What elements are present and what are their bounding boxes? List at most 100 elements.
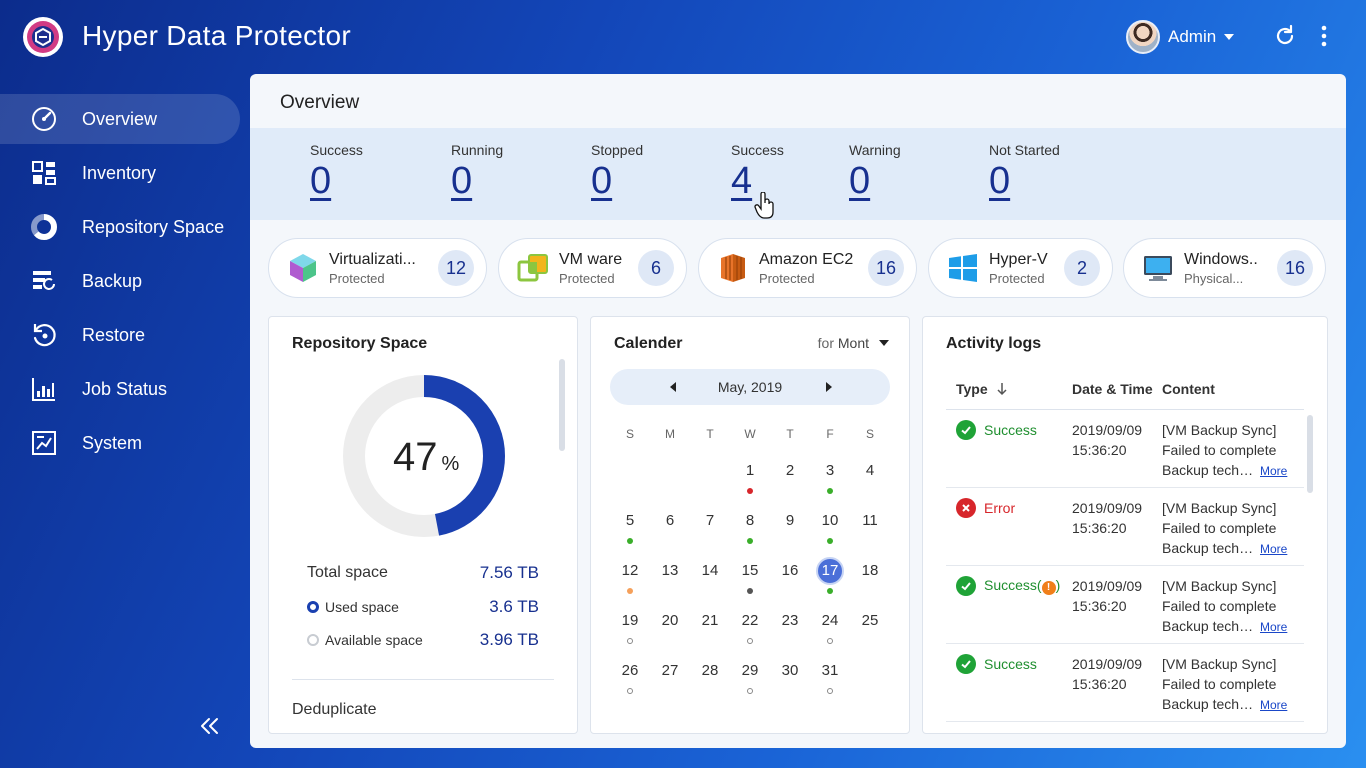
calendar-day[interactable]: 16 [770, 557, 810, 585]
sidebar-item-backup[interactable]: Backup [0, 256, 240, 306]
refresh-icon[interactable] [1273, 24, 1297, 48]
app-logo [23, 17, 63, 57]
column-header-content[interactable]: Content [1162, 381, 1215, 397]
calendar-day[interactable]: 28 [690, 657, 730, 685]
calendar-day[interactable]: 15 [730, 557, 770, 594]
stat-value-link[interactable]: 0 [989, 160, 1060, 203]
more-vertical-icon[interactable] [1312, 24, 1336, 48]
prev-month-icon[interactable] [670, 382, 676, 392]
more-link[interactable]: More [1260, 695, 1287, 715]
pill-sub: Physical... [1184, 270, 1244, 286]
vmware-icon [517, 254, 548, 282]
weekday-label: S [865, 427, 874, 441]
pill-windows-physical[interactable]: Windows.. Physical... 16 [1123, 238, 1326, 298]
weekday-label: M [665, 427, 675, 441]
pill-hyper-v[interactable]: Hyper-V Protected 2 [928, 238, 1113, 298]
calendar-day[interactable]: 12 [610, 557, 650, 594]
calendar-day[interactable]: 30 [770, 657, 810, 685]
stat-value-link[interactable]: 0 [849, 160, 901, 203]
more-link[interactable]: More [1260, 539, 1287, 559]
calendar-day[interactable]: 25 [850, 607, 890, 635]
calendar-day-today[interactable]: 17 [810, 557, 850, 594]
pill-amazon-ec2[interactable]: Amazon EC2 Protected 16 [698, 238, 917, 298]
calendar-day[interactable]: 19 [610, 607, 650, 644]
scrollbar[interactable] [559, 359, 565, 451]
virtualization-cube-icon [290, 254, 316, 282]
column-header-date[interactable]: Date & Time [1072, 381, 1153, 397]
scrollbar[interactable] [1307, 415, 1313, 493]
total-space-row: Total space 7.56 TB [307, 563, 539, 582]
calendar-day[interactable]: 27 [650, 657, 690, 685]
stat-label: Running [451, 142, 504, 158]
sidebar-item-label: Backup [82, 270, 143, 291]
calendar-day[interactable]: 4 [850, 457, 890, 485]
sidebar-item-system[interactable]: System [0, 418, 240, 468]
calendar-day[interactable]: 9 [770, 507, 810, 535]
pill-sub: Protected [559, 270, 615, 286]
gauge-icon [32, 107, 56, 131]
calendar-day[interactable]: 18 [850, 557, 890, 585]
user-menu[interactable]: Admin [1126, 20, 1235, 54]
calendar-day[interactable]: 31 [810, 657, 850, 694]
stat-label: Not Started [989, 142, 1060, 158]
calendar-range-select[interactable]: for Mont [818, 335, 889, 351]
pill-virtualization[interactable]: Virtualizati... Protected 12 [268, 238, 487, 298]
sidebar-item-restore[interactable]: Restore [0, 310, 240, 360]
calendar-day[interactable]: 20 [650, 607, 690, 635]
sidebar-item-repository-space[interactable]: Repository Space [0, 202, 240, 252]
weekday-label: F [826, 427, 834, 441]
sidebar-item-inventory[interactable]: Inventory [0, 148, 240, 198]
status-dot [827, 588, 833, 594]
calendar-day[interactable]: 14 [690, 557, 730, 585]
stat-running: Running 0 [451, 142, 503, 203]
sidebar-item-job-status[interactable]: Job Status [0, 364, 240, 414]
pill-count-badge: 12 [438, 250, 474, 286]
month-label: May, 2019 [717, 379, 783, 395]
calendar-day[interactable]: 7 [690, 507, 730, 535]
status-dot [827, 538, 833, 544]
status-dot [747, 688, 753, 694]
calendar-day[interactable]: 10 [810, 507, 850, 544]
stat-value-link[interactable]: 0 [591, 160, 643, 203]
pill-vmware[interactable]: VM ware Protected 6 [498, 238, 687, 298]
calendar-day[interactable]: 1 [730, 457, 770, 494]
more-link[interactable]: More [1260, 617, 1287, 637]
calendar-day[interactable]: 22 [730, 607, 770, 644]
sidebar-item-label: Repository Space [82, 216, 225, 237]
stat-warning: Warning 0 [849, 142, 901, 203]
chevron-down-icon [879, 340, 889, 346]
log-content: [VM Backup Sync] Failed to complete Backu… [1162, 420, 1307, 481]
calendar-day[interactable]: 3 [810, 457, 850, 494]
column-header-type[interactable]: Type [956, 381, 1008, 397]
calendar-panel: Calender for Mont May, 2019 SMTWTFS12345… [590, 316, 910, 734]
log-content: [VM Backup Sync] Failed to complete Backu… [1162, 654, 1307, 715]
collapse-sidebar-icon[interactable] [198, 714, 222, 738]
calendar-day[interactable]: 26 [610, 657, 650, 694]
calendar-day[interactable]: 21 [690, 607, 730, 635]
calendar-day[interactable]: 2 [770, 457, 810, 485]
hand-cursor-icon [754, 192, 774, 219]
backup-icon [33, 271, 55, 290]
chevron-down-icon [1224, 34, 1235, 40]
calendar-day[interactable]: 24 [810, 607, 850, 644]
next-month-icon[interactable] [826, 382, 832, 392]
pill-sub: Protected [759, 270, 815, 286]
calendar-day[interactable]: 5 [610, 507, 650, 544]
stat-value-link[interactable]: 0 [451, 160, 503, 203]
calendar-day[interactable]: 23 [770, 607, 810, 635]
sidebar-item-overview[interactable]: Overview [0, 94, 240, 144]
stat-stopped: Stopped 0 [591, 142, 643, 203]
usage-percent: 47% [393, 435, 460, 479]
calendar-day[interactable]: 29 [730, 657, 770, 694]
activity-logs-panel: Activity logs Type Date & Time Content S… [922, 316, 1328, 734]
stat-value-link[interactable]: 0 [310, 160, 363, 203]
pill-name: VM ware [559, 250, 623, 268]
table-row: Success 2019/09/09 15:36:20 [VM Backup Sy… [946, 644, 1304, 722]
calendar-day[interactable]: 8 [730, 507, 770, 544]
calendar-day[interactable]: 6 [650, 507, 690, 535]
more-link[interactable]: More [1260, 461, 1287, 481]
status-dot [627, 588, 633, 594]
calendar-day[interactable]: 11 [850, 507, 890, 535]
calendar-day[interactable]: 13 [650, 557, 690, 585]
weekday-label: T [786, 427, 794, 441]
